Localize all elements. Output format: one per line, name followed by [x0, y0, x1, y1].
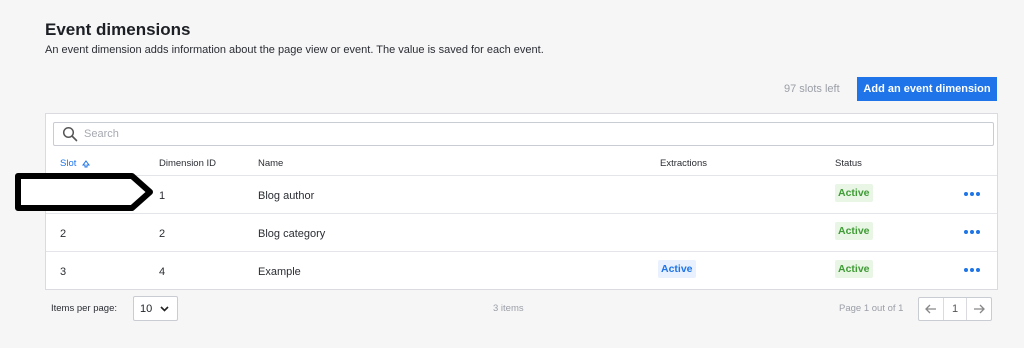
cell-slot: 3 [60, 266, 67, 278]
column-header-name[interactable]: Name [258, 158, 283, 169]
current-page-number: 1 [943, 298, 967, 320]
cell-dimension-id: 2 [159, 228, 166, 240]
arrow-right-icon [974, 304, 985, 314]
items-per-page-select[interactable]: 10 [133, 296, 178, 321]
redaction-marker [15, 173, 153, 211]
cell-name: Blog category [258, 228, 326, 240]
cell-name: Blog author [258, 190, 315, 202]
items-per-page-label: Items per page: [51, 303, 118, 314]
page-description: An event dimension adds information abou… [45, 44, 544, 56]
add-event-dimension-button[interactable]: Add an event dimension [857, 77, 997, 101]
page-info: Page 1 out of 1 [839, 303, 904, 314]
extractions-badge: Active [658, 260, 696, 278]
status-badge: Active [835, 184, 873, 202]
chevron-down-icon [160, 305, 169, 312]
items-count: 3 items [493, 303, 524, 314]
status-badge: Active [835, 222, 873, 240]
search-input[interactable] [84, 128, 884, 140]
next-page-button[interactable] [967, 298, 991, 320]
pagination: 1 [918, 297, 992, 321]
status-badge: Active [835, 260, 873, 278]
search-icon [62, 126, 78, 142]
column-header-slot-label: Slot [60, 158, 77, 169]
more-options-icon[interactable] [964, 268, 980, 272]
table-row[interactable]: 2 2 Blog category Active [46, 214, 997, 252]
slots-left-text: 97 slots left [784, 83, 840, 95]
table-row[interactable]: 1 Blog author Active [46, 176, 997, 214]
items-per-page-value: 10 [140, 302, 153, 315]
dimensions-table: Slot Dimension ID Name Extractions Statu… [45, 113, 998, 290]
previous-page-button[interactable] [919, 298, 943, 320]
column-header-status[interactable]: Status [835, 158, 862, 169]
column-header-dimension-id[interactable]: Dimension ID [159, 158, 216, 169]
more-options-icon[interactable] [964, 192, 980, 196]
page-title: Event dimensions [45, 20, 191, 39]
column-header-slot[interactable]: Slot [60, 158, 91, 169]
cell-dimension-id: 1 [159, 190, 166, 202]
cell-dimension-id: 4 [159, 266, 166, 278]
more-options-icon[interactable] [964, 230, 980, 234]
table-row[interactable]: 3 4 Example Active Active [46, 252, 997, 290]
cell-slot: 2 [60, 228, 67, 240]
cell-name: Example [258, 266, 301, 278]
arrow-left-icon [925, 304, 936, 314]
search-box[interactable] [53, 122, 994, 146]
column-header-extractions[interactable]: Extractions [660, 158, 707, 169]
sort-ascending-icon [82, 159, 91, 167]
